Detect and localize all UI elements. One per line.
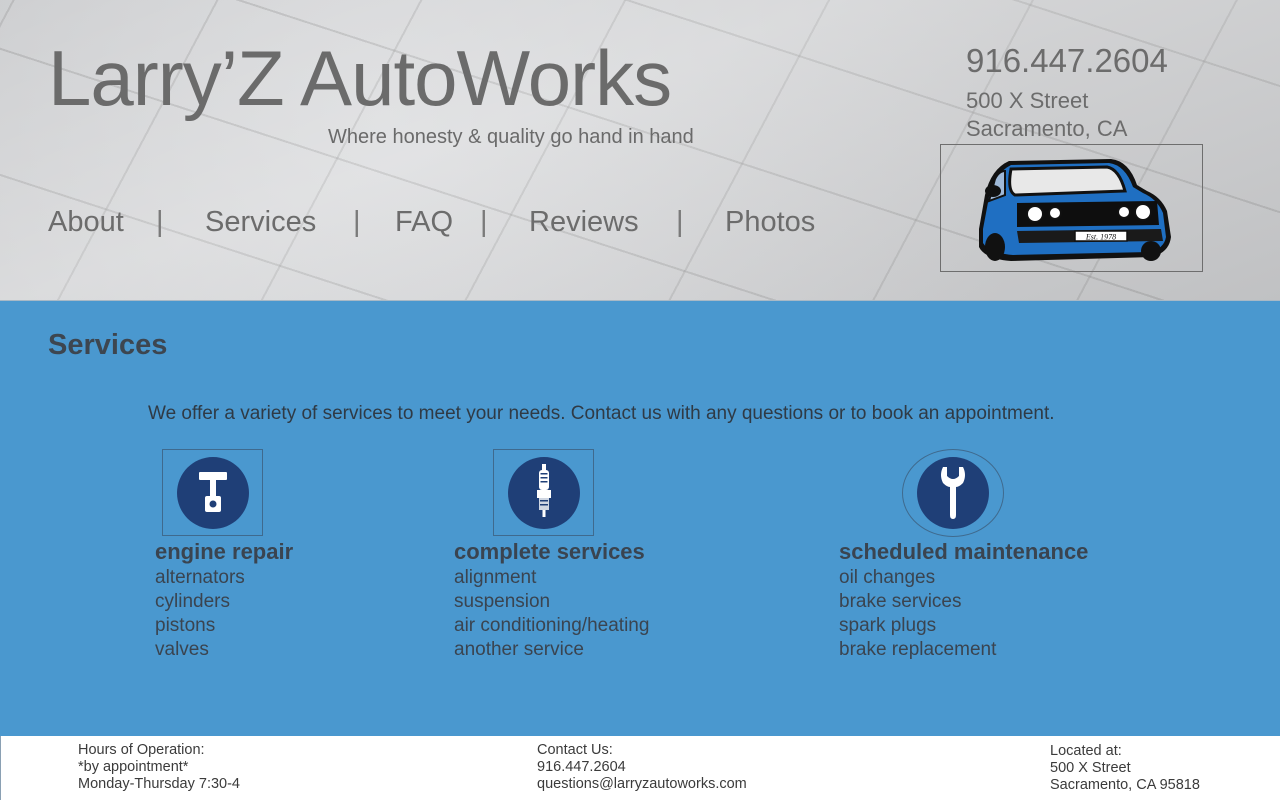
service-icon-frame <box>902 449 1004 537</box>
list-item: alignment <box>454 567 537 588</box>
list-item: pistons <box>155 615 216 636</box>
nav-separator: | <box>156 206 164 238</box>
list-item: valves <box>155 639 209 660</box>
main-nav: About | Services | FAQ | Reviews | Photo… <box>0 200 900 246</box>
site-tagline: Where honesty & quality go hand in hand <box>328 126 694 148</box>
site-footer: Hours of Operation: *by appointment* Mon… <box>0 736 1280 800</box>
footer-location-city: Sacramento, CA 95818 <box>1050 777 1200 793</box>
footer-location: Located at: 500 X Street Sacramento, CA … <box>1050 743 1200 794</box>
list-item: another service <box>454 639 584 660</box>
nav-separator: | <box>676 206 684 238</box>
list-item: air conditioning/heating <box>454 615 650 636</box>
car-icon: Est. 1978 <box>979 159 1171 261</box>
list-item: spark plugs <box>839 615 937 636</box>
service-heading: engine repair <box>155 539 294 564</box>
footer-email-link[interactable]: questions@larryzautoworks.com <box>537 776 747 793</box>
nav-services[interactable]: Services <box>205 206 316 239</box>
nav-about[interactable]: About <box>48 206 124 239</box>
logo-badge-text: Est. 1978 <box>1085 233 1116 242</box>
service-list: alternators cylinders pistons valves <box>155 566 245 662</box>
nav-reviews[interactable]: Reviews <box>529 206 639 239</box>
service-heading: complete services <box>454 539 645 564</box>
services-section: Services We offer a variety of services … <box>0 301 1280 736</box>
nav-separator: | <box>353 206 361 238</box>
list-item: brake replacement <box>839 639 997 660</box>
footer-location-label: Located at: <box>1050 743 1122 759</box>
list-item: oil changes <box>839 567 936 588</box>
page-title: Services <box>48 329 168 361</box>
footer-hours-label: Hours of Operation: <box>78 742 205 758</box>
list-item: suspension <box>454 591 551 612</box>
service-icon-frame <box>162 449 263 536</box>
nav-faq[interactable]: FAQ <box>395 206 453 239</box>
service-list: oil changes brake services spark plugs b… <box>839 566 996 662</box>
header-address-city: Sacramento, CA <box>966 116 1128 141</box>
footer-phone-link[interactable]: 916.447.2604 <box>537 759 747 776</box>
footer-hours-days: Monday-Thursday 7:30-4 <box>78 776 240 792</box>
footer-hours: Hours of Operation: *by appointment* Mon… <box>78 742 240 793</box>
service-list: alignment suspension air conditioning/he… <box>454 566 649 662</box>
footer-contact: Contact Us: 916.447.2604 questions@larry… <box>537 742 747 793</box>
site-title[interactable]: Larry’Z AutoWorks <box>48 35 672 122</box>
nav-separator: | <box>480 206 488 238</box>
list-item: brake services <box>839 591 962 612</box>
services-intro: We offer a variety of services to meet y… <box>148 403 1055 424</box>
footer-location-street: 500 X Street <box>1050 760 1131 776</box>
footer-hours-note: *by appointment* <box>78 759 189 775</box>
wrench-icon <box>917 457 989 529</box>
car-logo: Est. 1978 <box>940 144 1203 272</box>
header-address-street: 500 X Street <box>966 88 1089 113</box>
service-heading: scheduled maintenance <box>839 539 1089 564</box>
list-item: cylinders <box>155 591 230 612</box>
header-phone[interactable]: 916.447.2604 <box>966 42 1168 80</box>
footer-contact-label: Contact Us: <box>537 742 613 758</box>
site-header: Larry’Z AutoWorks Where honesty & qualit… <box>0 0 1280 301</box>
service-icon-frame <box>493 449 594 536</box>
spark-plug-icon <box>508 457 580 529</box>
nav-photos[interactable]: Photos <box>725 206 815 239</box>
piston-icon <box>177 457 249 529</box>
list-item: alternators <box>155 567 245 588</box>
